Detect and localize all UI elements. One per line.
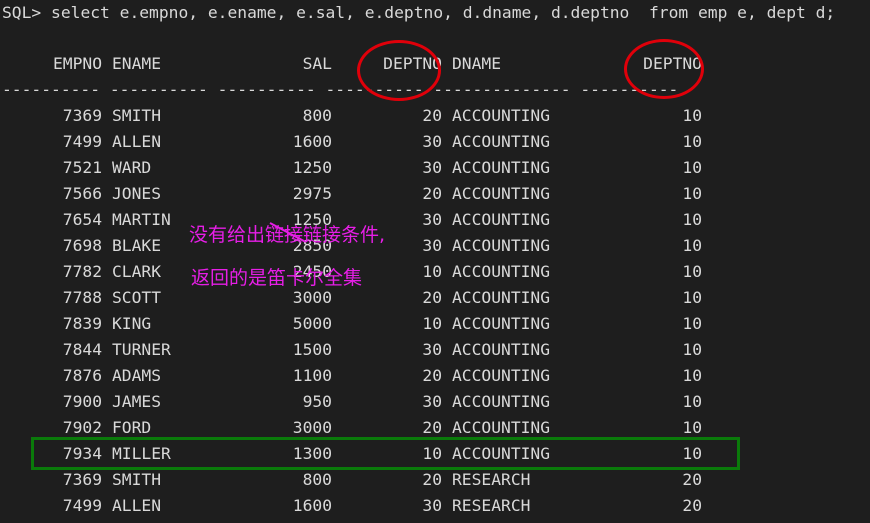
cell-ename: ADAMS xyxy=(112,366,162,385)
sql-prompt: SQL> xyxy=(2,3,42,22)
cell-dname: ACCOUNTING xyxy=(452,366,551,385)
cell-deptno: 30 xyxy=(422,392,442,411)
cell-d-deptno: 20 xyxy=(682,496,702,515)
table-row: 7900 JAMES 950 30 ACCOUNTING 10 xyxy=(2,389,702,415)
cell-d-deptno: 10 xyxy=(682,184,702,203)
cell-dname: ACCOUNTING xyxy=(452,392,551,411)
cell-sal: 1600 xyxy=(292,496,332,515)
table-row: 7839 KING 5000 10 ACCOUNTING 10 xyxy=(2,311,702,337)
table-row: 7499 ALLEN 1600 30 ACCOUNTING 10 xyxy=(2,129,702,155)
cell-sal: 2975 xyxy=(292,184,332,203)
table-row: 7844 TURNER 1500 30 ACCOUNTING 10 xyxy=(2,337,702,363)
cell-ename: WARD xyxy=(112,158,152,177)
cell-empno: 7698 xyxy=(62,236,102,255)
annotation-cartesian-product: 返回的是笛卡尔全集 xyxy=(191,267,363,289)
cell-ename: JAMES xyxy=(112,392,162,411)
cell-deptno: 30 xyxy=(422,496,442,515)
cell-empno: 7369 xyxy=(62,106,102,125)
cell-dname: ACCOUNTING xyxy=(452,314,551,333)
cell-empno: 7844 xyxy=(62,340,102,359)
cell-empno: 7369 xyxy=(62,470,102,489)
cell-d-deptno: 10 xyxy=(682,340,702,359)
header-sal: SAL xyxy=(302,54,332,73)
table-row: 7521 WARD 1250 30 ACCOUNTING 10 xyxy=(2,155,702,181)
cell-ename: KING xyxy=(112,314,152,333)
cell-deptno: 20 xyxy=(422,106,442,125)
table-row: 7566 JONES 2975 20 ACCOUNTING 10 xyxy=(2,181,702,207)
cell-dname: ACCOUNTING xyxy=(452,236,551,255)
cell-sal: 1100 xyxy=(292,366,332,385)
cell-deptno: 20 xyxy=(422,184,442,203)
cell-ename: JONES xyxy=(112,184,162,203)
cell-deptno: 30 xyxy=(422,158,442,177)
command-line: SQL> select e.empno, e.ename, e.sal, e.d… xyxy=(2,0,835,26)
cell-d-deptno: 10 xyxy=(682,158,702,177)
cell-dname: RESEARCH xyxy=(452,470,531,489)
cell-d-deptno: 10 xyxy=(682,210,702,229)
cell-d-deptno: 10 xyxy=(682,262,702,281)
cell-empno: 7566 xyxy=(62,184,102,203)
cell-deptno: 30 xyxy=(422,132,442,151)
table-row: 7499 ALLEN 1600 30 RESEARCH 20 xyxy=(2,493,702,519)
cell-ename: TURNER xyxy=(112,340,171,359)
cell-dname: ACCOUNTING xyxy=(452,158,551,177)
cell-empno: 7499 xyxy=(62,132,102,151)
cell-deptno: 20 xyxy=(422,470,442,489)
cell-dname: RESEARCH xyxy=(452,496,531,515)
table-row: 7369 SMITH 800 20 RESEARCH 20 xyxy=(2,467,702,493)
cell-deptno: 20 xyxy=(422,366,442,385)
table-row: 7369 SMITH 800 20 ACCOUNTING 10 xyxy=(2,103,702,129)
header-separator: ---------- ---------- ---------- -------… xyxy=(2,80,679,99)
cell-ename: ALLEN xyxy=(112,132,162,151)
cell-empno: 7521 xyxy=(62,158,102,177)
cell-sal: 800 xyxy=(302,106,332,125)
cell-ename: ALLEN xyxy=(112,496,162,515)
cell-d-deptno: 10 xyxy=(682,236,702,255)
cell-sal: 5000 xyxy=(292,314,332,333)
cell-deptno: 30 xyxy=(422,340,442,359)
cell-deptno: 10 xyxy=(422,314,442,333)
cell-dname: ACCOUNTING xyxy=(452,184,551,203)
cell-dname: ACCOUNTING xyxy=(452,262,551,281)
cell-empno: 7900 xyxy=(62,392,102,411)
cell-empno: 7876 xyxy=(62,366,102,385)
cell-empno: 7782 xyxy=(62,262,102,281)
cell-empno: 7654 xyxy=(62,210,102,229)
cell-sal: 950 xyxy=(302,392,332,411)
cell-ename: SMITH xyxy=(112,106,162,125)
cell-empno: 7499 xyxy=(62,496,102,515)
cell-d-deptno: 10 xyxy=(682,314,702,333)
cell-ename: SMITH xyxy=(112,470,162,489)
cell-d-deptno: 10 xyxy=(682,106,702,125)
cell-dname: ACCOUNTING xyxy=(452,132,551,151)
column-header-row: EMPNO ENAME SAL DEPTNO DNAME DEPTNO xyxy=(2,51,702,77)
cell-dname: ACCOUNTING xyxy=(452,106,551,125)
cell-sal: 800 xyxy=(302,470,332,489)
cell-sal: 1600 xyxy=(292,132,332,151)
deptno-dept-highlight-ellipse xyxy=(624,39,704,99)
header-dname: DNAME xyxy=(452,54,502,73)
table-row: 7876 ADAMS 1100 20 ACCOUNTING 10 xyxy=(2,363,702,389)
header-ename: ENAME xyxy=(112,54,162,73)
cell-sal: 1500 xyxy=(292,340,332,359)
cell-d-deptno: 10 xyxy=(682,132,702,151)
cell-empno: 7788 xyxy=(62,288,102,307)
miller-row-highlight-box xyxy=(31,437,740,470)
cell-sal: 1250 xyxy=(292,158,332,177)
cell-dname: ACCOUNTING xyxy=(452,210,551,229)
cell-d-deptno: 20 xyxy=(682,470,702,489)
cell-d-deptno: 10 xyxy=(682,366,702,385)
cell-dname: ACCOUNTING xyxy=(452,340,551,359)
header-empno: EMPNO xyxy=(52,54,102,73)
deptno-emp-highlight-ellipse xyxy=(357,40,441,101)
cell-d-deptno: 10 xyxy=(682,392,702,411)
cell-dname: ACCOUNTING xyxy=(452,288,551,307)
sql-query: select e.empno, e.ename, e.sal, e.deptno… xyxy=(51,3,836,22)
cell-empno: 7839 xyxy=(62,314,102,333)
cell-d-deptno: 10 xyxy=(682,288,702,307)
